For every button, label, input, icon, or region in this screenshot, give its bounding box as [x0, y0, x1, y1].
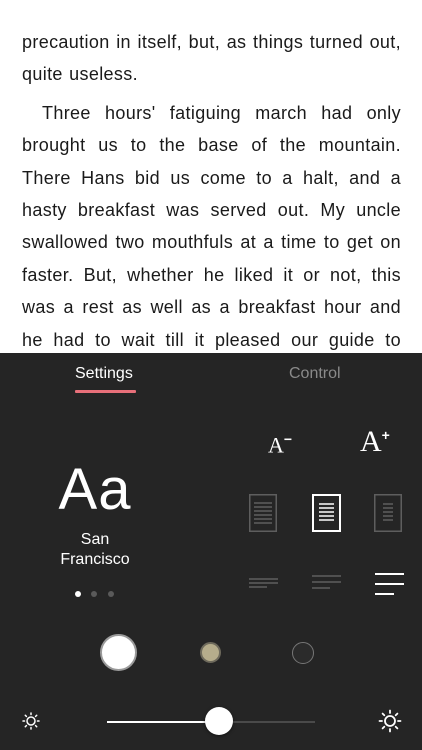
brightness-slider[interactable]: [107, 707, 315, 735]
line-spacing-relaxed-icon[interactable]: [375, 572, 404, 597]
sun-small-icon: [22, 712, 40, 730]
decrease-font-size-button[interactable]: A−: [268, 431, 292, 458]
plus-mark: +: [381, 427, 390, 443]
margin-narrow-icon[interactable]: [249, 494, 277, 532]
brightness-slider-fill: [107, 721, 219, 723]
reader-settings-panel: Settings Control Aa San Francisco A− A+: [0, 353, 422, 750]
book-paragraph: Three hours' fatiguing march had only br…: [22, 102, 401, 350]
theme-white-swatch[interactable]: [100, 634, 137, 671]
font-preview-sample: Aa: [58, 457, 132, 522]
font-size-small-label: A: [268, 432, 284, 458]
tab-control[interactable]: Control: [289, 365, 341, 383]
brightness-slider-thumb[interactable]: [205, 707, 233, 735]
font-size-large-label: A: [360, 425, 382, 458]
active-tab-indicator: [75, 390, 136, 393]
line-spacing-normal-icon[interactable]: [312, 574, 341, 592]
sun-large-icon: [378, 709, 402, 733]
page-dot: [91, 591, 97, 597]
page-dot: [108, 591, 114, 597]
tab-settings[interactable]: Settings: [75, 365, 133, 383]
line-spacing-compact-icon[interactable]: [249, 577, 278, 591]
book-paragraph: precaution in itself, but, as things tur…: [22, 32, 401, 85]
increase-font-size-button[interactable]: A+: [360, 425, 390, 459]
font-name-label: San Francisco: [60, 531, 130, 568]
theme-dark-swatch[interactable]: [292, 642, 314, 664]
reading-area: precaution in itself, but, as things tur…: [0, 0, 422, 353]
margin-wide-icon[interactable]: [374, 494, 402, 532]
theme-sepia-swatch[interactable]: [200, 642, 221, 663]
font-selector[interactable]: Aa San Francisco: [50, 458, 140, 570]
page-dot-active: [75, 591, 81, 597]
minus-mark: −: [283, 431, 293, 447]
margin-medium-icon[interactable]: [312, 494, 341, 532]
